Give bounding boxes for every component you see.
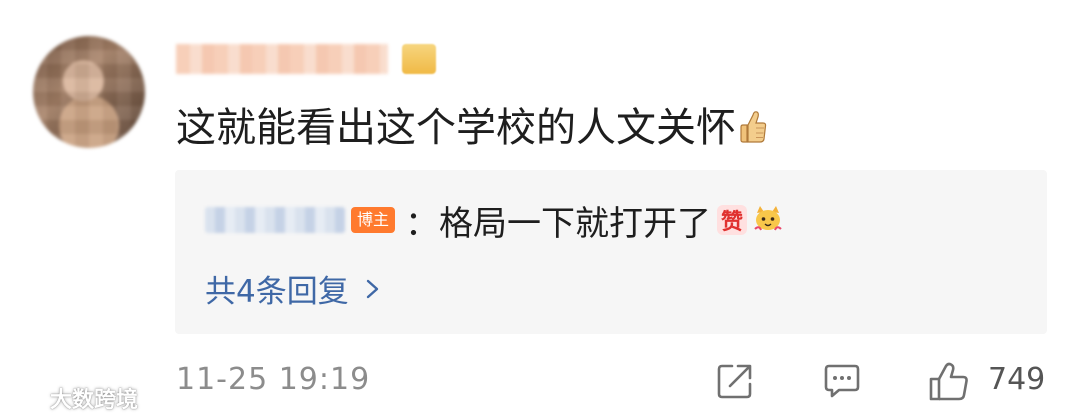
zan-emoji-icon: 赞 [717, 205, 748, 235]
comment-body: 这就能看出这个学校的人文关怀 [176, 100, 768, 156]
thumbs-up-emoji-icon [740, 111, 767, 143]
user-badge-icon [402, 44, 436, 74]
username-blurred[interactable] [176, 44, 388, 74]
share-icon[interactable] [716, 362, 754, 400]
cat-emoji-icon [754, 206, 782, 231]
reply-author-blurred[interactable] [205, 207, 345, 233]
reply-line: 博主 ：格局一下就打开了 赞 [205, 200, 785, 244]
reply-preview-box[interactable]: 博主 ：格局一下就打开了 赞 共4条回复 [175, 170, 1047, 334]
chevron-right-icon [366, 279, 378, 298]
blogger-badge: 博主 [351, 207, 396, 233]
like-icon[interactable] [928, 362, 970, 402]
reply-icon[interactable] [823, 362, 861, 400]
like-count: 749 [988, 362, 1046, 397]
avatar[interactable] [33, 36, 145, 148]
reply-text: ：格局一下就打开了 [405, 203, 712, 244]
watermark-logo-icon [7, 387, 46, 408]
comment-text: 这就能看出这个学校的人文关怀 [176, 105, 736, 151]
watermark-text: 大数跨境 [50, 388, 139, 413]
comment-timestamp: 11-25 19:19 [176, 362, 371, 397]
more-replies-label: 共4条回复 [205, 274, 349, 310]
svg-text:赞: 赞 [720, 210, 743, 235]
watermark: 大数跨境 [6, 382, 138, 414]
view-more-replies-link[interactable]: 共4条回复 [205, 266, 381, 311]
